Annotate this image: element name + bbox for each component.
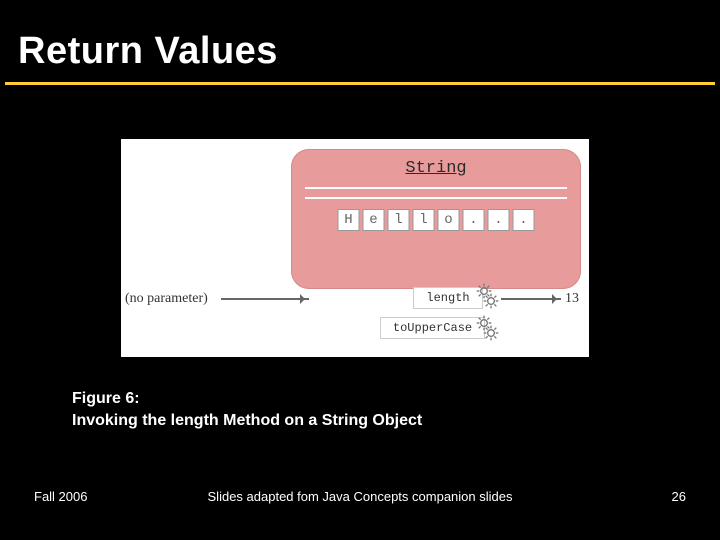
method-box-touppercase: toUpperCase [380,317,485,339]
char-cells: H e l l o . . . [338,209,535,231]
panel-divider [305,197,567,199]
char-cell: H [338,209,360,231]
object-panel: String H e l l o . . . [291,149,581,289]
title-divider [5,82,715,85]
slide: Return Values String H e l l o . . . (no… [0,0,720,540]
char-cell: e [363,209,385,231]
footer-credit: Slides adapted fom Java Concepts compani… [34,489,686,504]
slide-title: Return Values [18,30,278,73]
char-cell: o [438,209,460,231]
footer-date: Fall 2006 [34,489,87,504]
result-value: 13 [565,291,579,307]
gear-icon [483,293,499,309]
caption-line2: Invoking the length Method on a String O… [72,410,422,432]
arrow-icon [501,298,561,300]
char-cell: . [463,209,485,231]
arrow-icon [221,298,309,300]
char-cell: . [488,209,510,231]
figure-caption: Figure 6: Invoking the length Method on … [72,388,422,431]
caption-line1: Figure 6: [72,388,422,410]
class-label: String [291,159,581,178]
char-cell: l [388,209,410,231]
char-cell: . [513,209,535,231]
footer: Fall 2006 Slides adapted fom Java Concep… [34,489,686,504]
slide-number: 26 [672,489,686,504]
method-box-length: length [413,287,483,309]
char-cell: l [413,209,435,231]
no-parameter-label: (no parameter) [125,291,208,307]
figure: String H e l l o . . . (no parameter) 13… [120,138,590,358]
panel-divider [305,187,567,189]
gear-icon [483,325,499,341]
